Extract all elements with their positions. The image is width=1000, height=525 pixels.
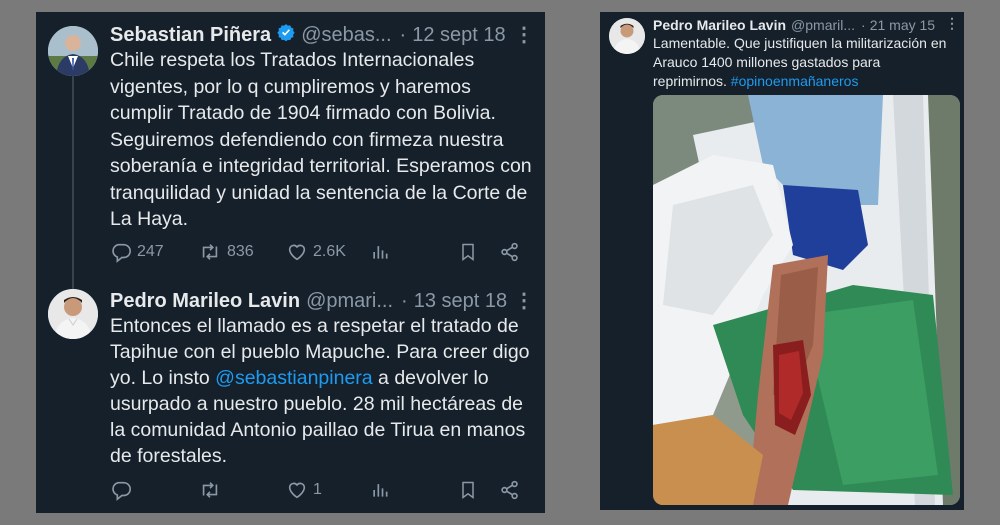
tweet-header: Sebastian Piñera @sebas... · 12 sept 18 bbox=[110, 22, 506, 48]
author-handle[interactable]: @sebas... bbox=[301, 24, 391, 47]
tweet-date[interactable]: 13 sept 18 bbox=[414, 290, 507, 313]
like-button[interactable]: 2.6K bbox=[286, 241, 346, 263]
tweet-photo[interactable] bbox=[653, 95, 960, 505]
more-icon[interactable]: ⋮ bbox=[514, 288, 534, 313]
share-icon bbox=[501, 242, 518, 262]
hashtag-link[interactable]: #opinoenmañaneros bbox=[731, 73, 859, 89]
tweet-header: Pedro Marileo Lavin @pmari... · 13 sept … bbox=[110, 288, 507, 314]
verified-badge-icon bbox=[277, 23, 295, 47]
tweet-panel: Pedro Marileo Lavin @pmaril... · 21 may … bbox=[600, 12, 964, 510]
author-handle[interactable]: @pmaril... bbox=[791, 17, 855, 33]
bookmark-button[interactable] bbox=[458, 241, 478, 263]
author-name[interactable]: Pedro Marileo Lavin bbox=[110, 290, 300, 313]
retweet-button[interactable]: 836 bbox=[198, 241, 254, 263]
author-name[interactable]: Pedro Marileo Lavin bbox=[653, 17, 786, 33]
retweet-icon bbox=[202, 482, 218, 498]
views-button[interactable] bbox=[370, 479, 390, 501]
retweet-count: 836 bbox=[227, 243, 254, 260]
mention-link[interactable]: @sebastianpinera bbox=[215, 367, 372, 389]
separator-dot: · bbox=[399, 23, 407, 46]
avatar-sebastian-pinera[interactable] bbox=[48, 26, 98, 76]
thread-connector-line bbox=[72, 74, 74, 296]
more-icon[interactable]: ⋮ bbox=[945, 15, 959, 32]
retweet-button[interactable] bbox=[198, 479, 222, 501]
share-button[interactable] bbox=[499, 241, 521, 263]
reply-button[interactable]: 247 bbox=[110, 241, 164, 263]
retweet-icon bbox=[202, 244, 218, 260]
reply-icon bbox=[112, 481, 131, 501]
analytics-icon bbox=[373, 246, 388, 259]
tweet-date[interactable]: 12 sept 18 bbox=[412, 24, 505, 47]
share-icon bbox=[501, 480, 518, 500]
heart-icon bbox=[288, 244, 306, 261]
share-button[interactable] bbox=[499, 479, 521, 501]
reply-count: 247 bbox=[137, 243, 164, 260]
tweet-date[interactable]: 21 may 15 bbox=[870, 17, 935, 33]
heart-icon bbox=[288, 482, 306, 499]
tweet-text: Entonces el llamado es a respetar el tra… bbox=[110, 313, 538, 469]
tweet-actions: 1 bbox=[110, 479, 530, 503]
like-count: 1 bbox=[313, 481, 322, 498]
reply-button[interactable] bbox=[110, 479, 132, 501]
more-icon[interactable]: ⋮ bbox=[514, 22, 534, 47]
separator-dot: · bbox=[861, 17, 866, 33]
bookmark-icon bbox=[462, 243, 474, 261]
separator-dot: · bbox=[401, 289, 408, 312]
reply-icon bbox=[112, 243, 131, 263]
tweet-text: Chile respeta los Tratados Internacional… bbox=[110, 49, 532, 230]
tweet-header: Pedro Marileo Lavin @pmaril... · 21 may … bbox=[653, 15, 935, 35]
author-handle[interactable]: @pmari... bbox=[306, 290, 393, 313]
thread-panel: Sebastian Piñera @sebas... · 12 sept 18 … bbox=[36, 12, 545, 513]
views-button[interactable] bbox=[370, 241, 390, 263]
author-name[interactable]: Sebastian Piñera bbox=[110, 24, 271, 47]
tweet-text: Lamentable. Que justifiquen la militariz… bbox=[653, 34, 958, 91]
bookmark-button[interactable] bbox=[458, 479, 478, 501]
analytics-icon bbox=[373, 484, 388, 497]
like-button[interactable]: 1 bbox=[286, 479, 322, 501]
tweet-actions: 247 836 2.6K bbox=[110, 241, 530, 265]
avatar-pedro-marileo-lavin[interactable] bbox=[609, 18, 645, 54]
avatar-pedro-marileo-lavin[interactable] bbox=[48, 289, 98, 339]
bookmark-icon bbox=[462, 481, 474, 499]
like-count: 2.6K bbox=[313, 243, 346, 260]
